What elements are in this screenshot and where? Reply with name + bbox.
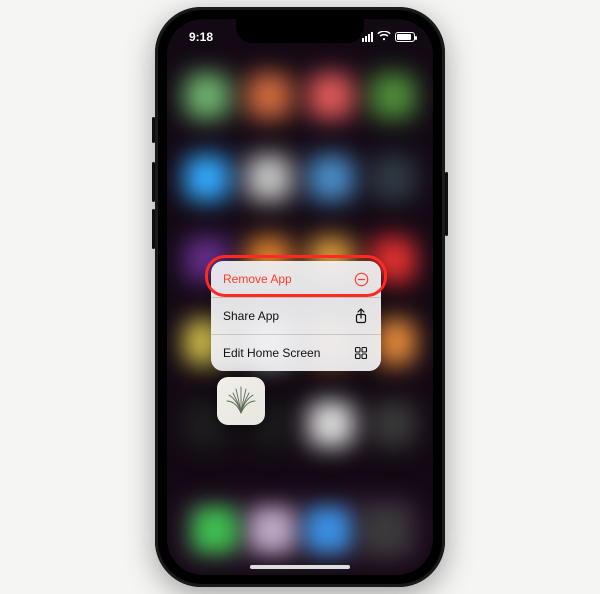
blurred-app-icon: [308, 73, 354, 119]
screen: 9:18 Remove App Share App: [167, 19, 433, 575]
remove-app-menu-item[interactable]: Remove App: [211, 261, 381, 298]
status-right-cluster: [362, 30, 415, 44]
blurred-app-icon: [184, 73, 230, 119]
blurred-dock-icon: [305, 507, 351, 553]
dock-blurred: [177, 495, 423, 565]
iphone-device-frame: 9:18 Remove App Share App: [155, 7, 445, 587]
menu-item-label: Share App: [223, 309, 279, 323]
mute-switch: [152, 117, 155, 143]
blurred-app-icon: [246, 155, 292, 201]
blurred-app-icon: [184, 155, 230, 201]
blurred-dock-icon: [249, 507, 295, 553]
volume-up-button: [152, 162, 155, 202]
battery-icon: [395, 32, 415, 42]
blurred-app-icon: [308, 401, 354, 447]
blurred-app-icon: [370, 73, 416, 119]
app-context-menu: Remove App Share App Edit Home Screen: [211, 261, 381, 371]
blurred-dock-icon: [192, 507, 238, 553]
blurred-app-icon: [246, 73, 292, 119]
blurred-app-icon: [308, 155, 354, 201]
wifi-icon: [377, 30, 391, 44]
leaf-icon: [221, 381, 261, 421]
share-app-menu-item[interactable]: Share App: [211, 298, 381, 335]
blurred-app-icon: [370, 155, 416, 201]
power-button: [445, 172, 448, 236]
focused-app-icon[interactable]: [217, 377, 265, 425]
share-icon: [353, 308, 369, 324]
volume-down-button: [152, 209, 155, 249]
home-indicator[interactable]: [250, 565, 350, 569]
edit-home-icon: [353, 345, 369, 361]
remove-circle-icon: [353, 271, 369, 287]
edit-home-screen-menu-item[interactable]: Edit Home Screen: [211, 335, 381, 371]
status-time: 9:18: [189, 30, 213, 44]
device-notch: [236, 19, 364, 43]
menu-item-label: Remove App: [223, 272, 292, 286]
blurred-app-icon: [370, 401, 416, 447]
cell-signal-icon: [362, 32, 373, 42]
blurred-dock-icon: [362, 507, 408, 553]
menu-item-label: Edit Home Screen: [223, 346, 320, 360]
